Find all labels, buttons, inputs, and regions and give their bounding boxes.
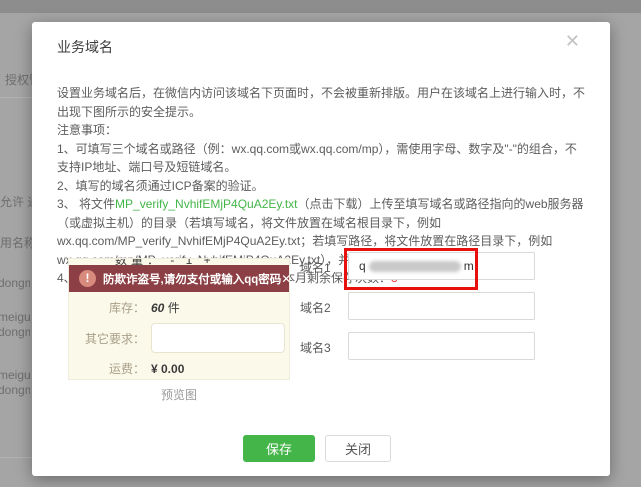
domain2-label: 域名2	[300, 299, 331, 316]
shipping-label: 运费：	[69, 360, 145, 377]
domain1-value-start: q	[359, 259, 366, 273]
background-account-fragment: dongmin	[0, 276, 30, 290]
exclamation-icon: !	[79, 270, 96, 287]
save-button[interactable]: 保存	[243, 435, 315, 462]
note-1: 1、可填写三个域名或路径（例：wx.qq.com或wx.qq.com/mp），需…	[57, 140, 585, 177]
close-icon[interactable]: ✕	[565, 32, 580, 50]
business-domain-dialog: 业务域名 ✕ 设置业务域名后，在微信内访问该域名下页面时，不会被重新排版。用户在…	[32, 22, 610, 476]
background-account-fragment: meigua	[0, 310, 30, 324]
notes-heading: 注意事项：	[57, 121, 585, 140]
dialog-title: 业务域名	[57, 37, 113, 57]
banner-close-icon: ✕	[281, 272, 290, 286]
background-divider	[0, 97, 32, 98]
redacted-domain-blur	[369, 261, 461, 272]
other-requirements-row: 其它要求：	[69, 323, 289, 353]
shipping-row: 运费： ¥ 0.00	[69, 360, 289, 377]
domain2-input[interactable]	[348, 292, 535, 320]
other-requirements-input	[151, 323, 285, 353]
domain1-value-end: m	[464, 259, 474, 273]
background-text-fragment: 用名称作	[0, 234, 32, 251]
fraud-warning-text: 防欺诈盗号,请勿支付或输入qq密码	[103, 271, 281, 287]
stock-row: 库存： 60 件	[69, 299, 289, 316]
background-divider	[0, 457, 32, 458]
other-requirements-label: 其它要求：	[69, 330, 145, 347]
fraud-warning-banner: ! 防欺诈盗号,请勿支付或输入qq密码 ✕	[69, 265, 289, 292]
domain3-label: 域名3	[300, 339, 331, 356]
screen: 授权管 允许 通过 用名称作 dongmin meigua dongmin me…	[0, 0, 641, 487]
background-account-fragment: dongmin	[0, 383, 30, 397]
verify-file-link[interactable]: MP_verify_NvhifEMjP4QuA2Ey.txt	[115, 197, 298, 211]
background-header-strip	[0, 0, 641, 13]
intro-text: 设置业务域名后，在微信内访问该域名下页面时，不会被重新排版。用户在该域名上进行输…	[57, 84, 585, 121]
background-text-fragment: 允许 通过	[0, 193, 32, 210]
background-account-fragment: meigua	[0, 368, 30, 382]
preview-caption: 预览图	[68, 386, 290, 403]
domain1-label: 域名1	[300, 259, 331, 276]
note-2: 2、填写的域名须通过ICP备案的验证。	[57, 177, 585, 196]
close-button[interactable]: 关闭	[325, 435, 391, 462]
domain1-input[interactable]: qm	[348, 252, 535, 280]
domain3-input[interactable]	[348, 332, 535, 360]
stock-label: 库存：	[69, 299, 145, 316]
stock-value: 60 件	[151, 299, 180, 316]
shipping-value: ¥ 0.00	[151, 362, 184, 376]
security-warning-preview: 数量： - 1 + ! 防欺诈盗号,请勿支付或输入qq密码 ✕ 库存： 60 件…	[68, 258, 290, 380]
background-account-fragment: dongmin	[0, 325, 30, 339]
note-3-prefix: 3、 将文件	[57, 197, 115, 211]
